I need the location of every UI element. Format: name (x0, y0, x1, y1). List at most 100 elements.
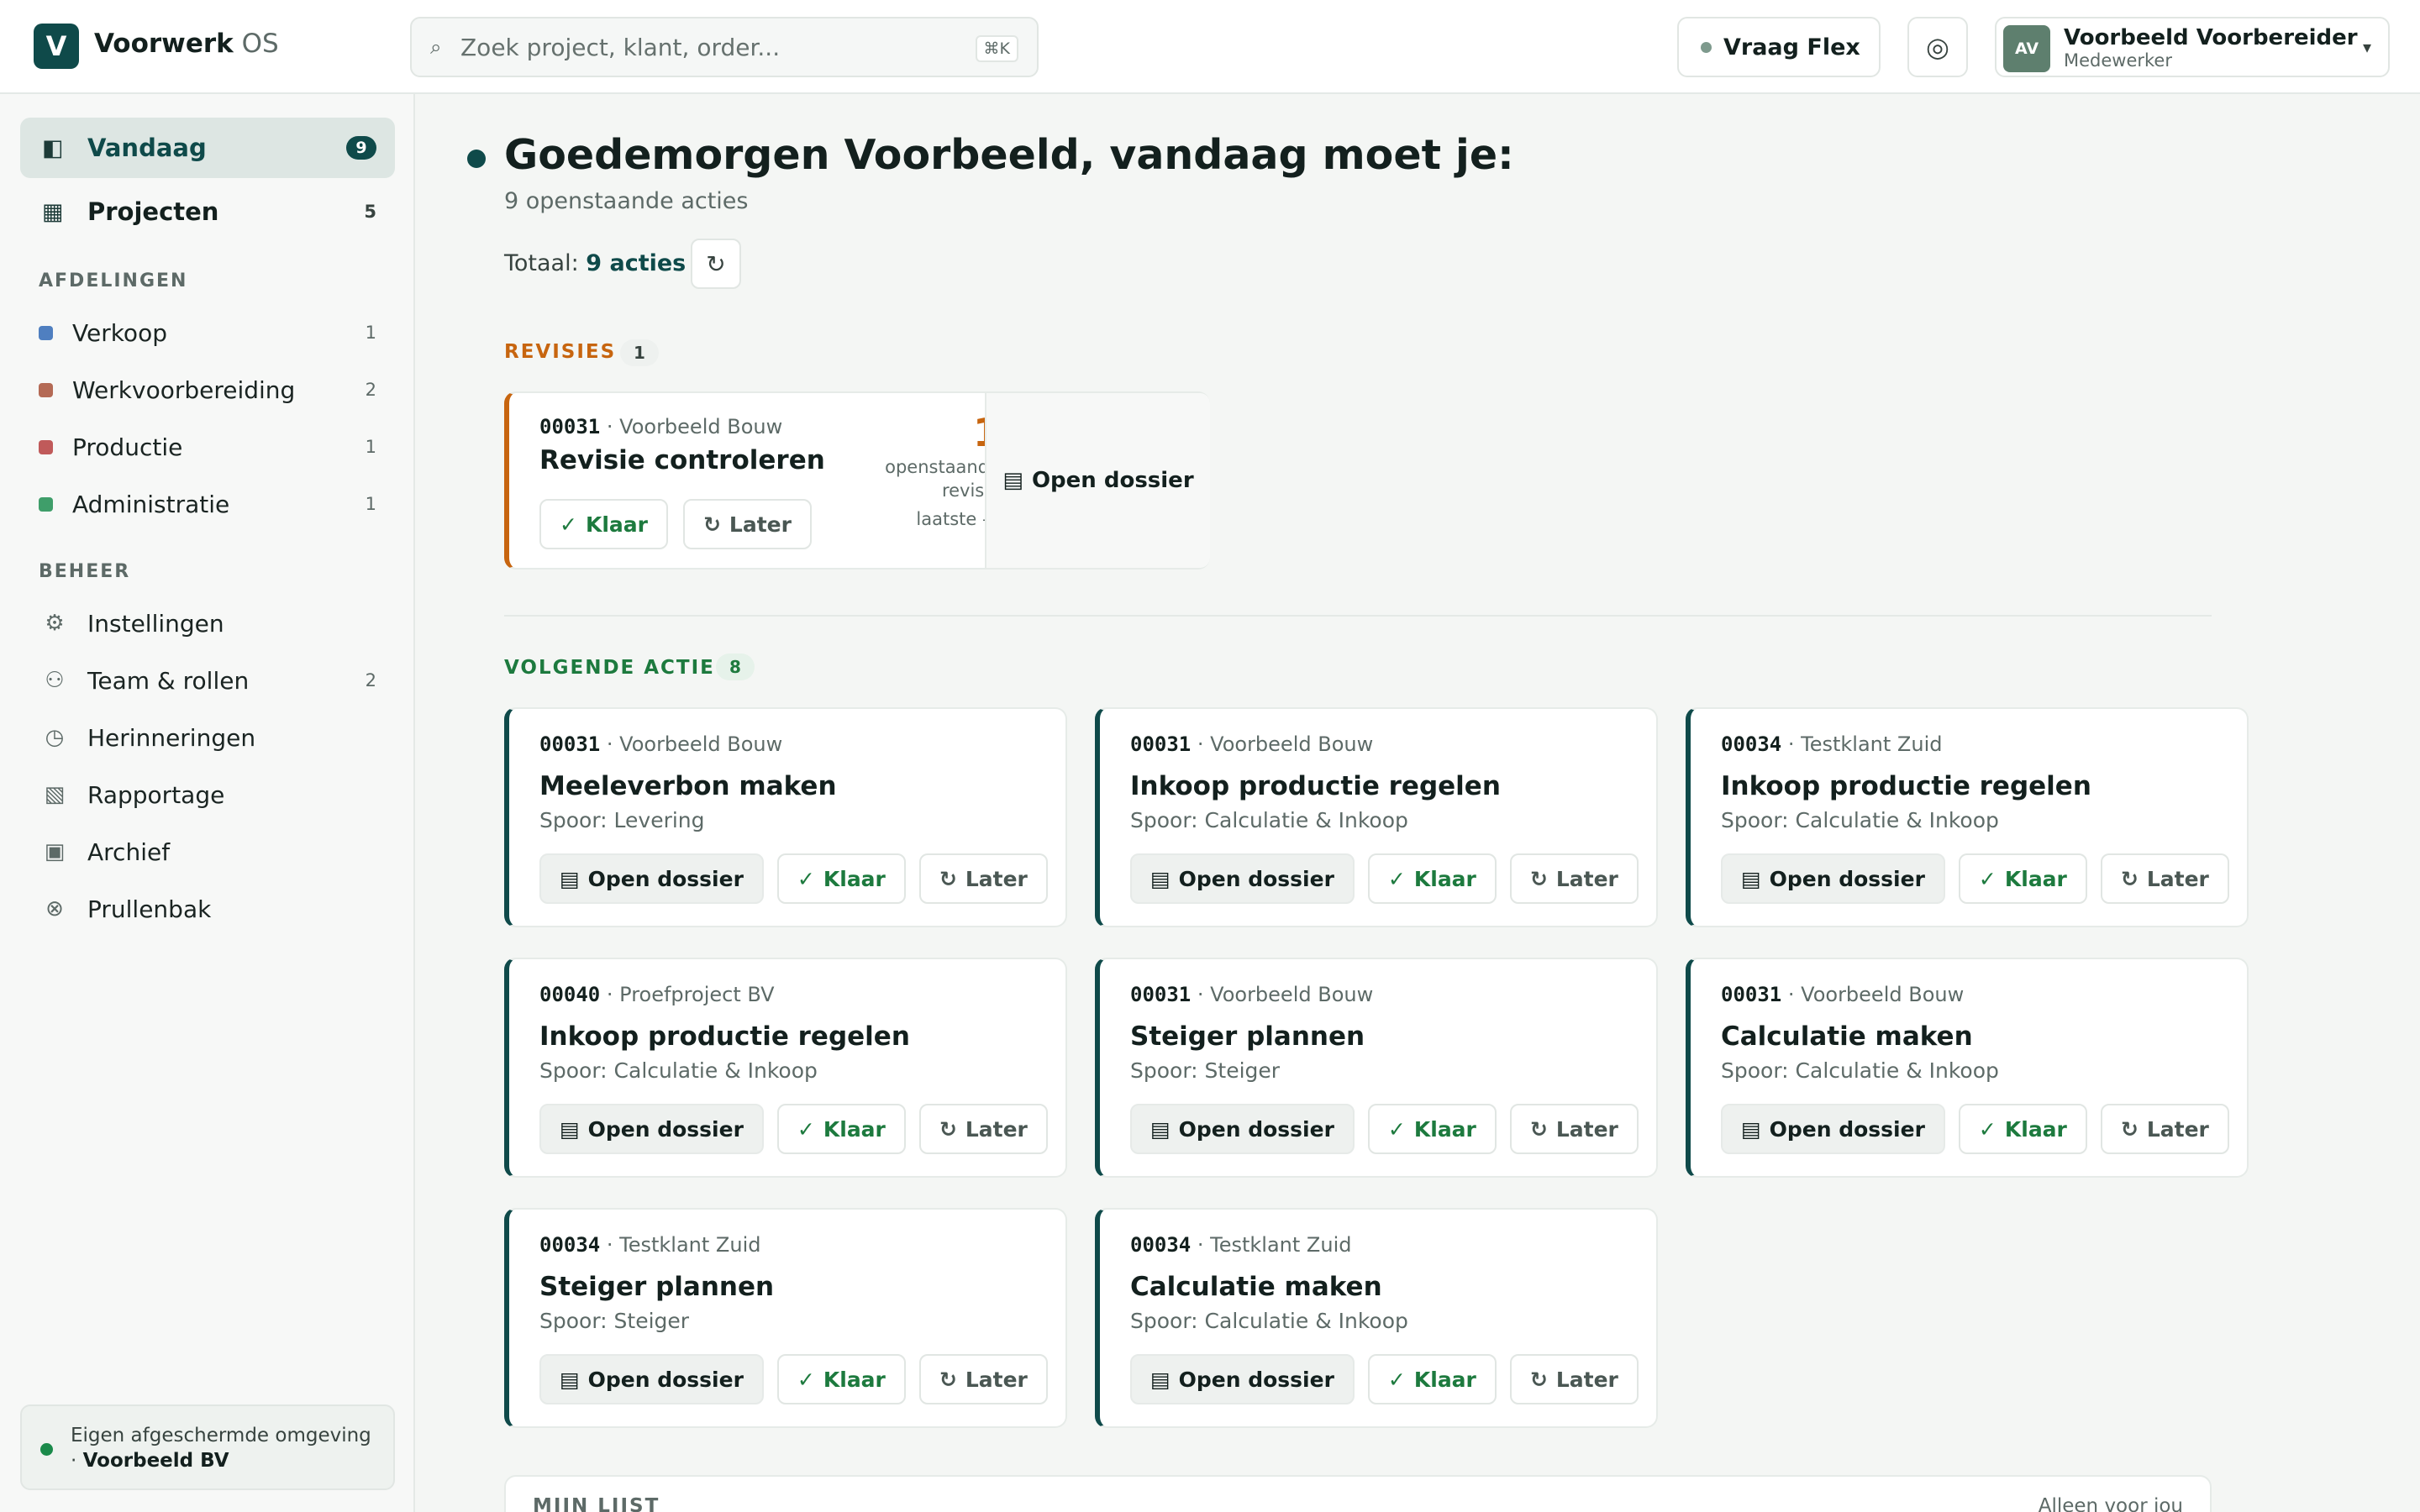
revisions-count-badge: 1 (620, 339, 659, 366)
dossier-icon: ▤ (1150, 1367, 1171, 1392)
ask-flex-button[interactable]: Vraag Flex (1677, 17, 1881, 77)
open-dossier-button[interactable]: ▤ Open dossier (1130, 1104, 1355, 1154)
later-icon: ↻ (939, 1367, 957, 1392)
dossier-icon: ▤ (560, 1367, 580, 1392)
card-track: Spoor: Levering (539, 808, 705, 832)
dossier-icon: ▤ (560, 1116, 580, 1142)
card-title: Inkoop productie regelen (1130, 771, 1501, 801)
sidebar-item-productie[interactable]: Productie 1 (20, 423, 395, 470)
sidebar-item-rapportage[interactable]: ▧ Rapportage (20, 771, 395, 818)
team-icon: ⚇ (45, 668, 65, 693)
card-title: Inkoop productie regelen (1721, 771, 2091, 801)
client-name: Voorbeeld Bouw (1801, 983, 1965, 1006)
total-value: 9 acties (586, 250, 687, 276)
open-dossier-button[interactable]: ▤ Open dossier (1130, 853, 1355, 904)
card-actions: ▤ Open dossier ✓ Klaar ↻ Later (539, 853, 1048, 904)
search-shortcut: ⌘K (975, 35, 1018, 62)
open-dossier-label: Open dossier (1178, 1116, 1334, 1142)
focus-button[interactable]: ◎ (1907, 17, 1968, 77)
done-button[interactable]: ✓ Klaar (1367, 1354, 1497, 1404)
search-box[interactable]: ⌕ ⌘K (410, 17, 1039, 77)
check-icon: ✓ (1387, 866, 1406, 891)
sidebar-item-label: Projecten (87, 197, 219, 226)
page-subtitle: 9 openstaande acties (504, 188, 749, 214)
open-dossier-button[interactable]: ▤ Open dossier (539, 1104, 764, 1154)
card-title: Meeleverbon maken (539, 771, 837, 801)
card-title: Steiger plannen (1130, 1021, 1365, 1052)
sidebar-item-verkoop[interactable]: Verkoop 1 (20, 309, 395, 356)
done-button[interactable]: ✓ Klaar (539, 499, 668, 549)
revisions-heading: REVISIES (504, 341, 617, 363)
action-card: 00031 · Voorbeeld Bouw Steiger plannen Spo… (1095, 958, 1658, 1178)
later-button[interactable]: ↻ Later (918, 1354, 1048, 1404)
brand-name: Voorwerk (94, 29, 234, 59)
search-input[interactable] (460, 30, 931, 64)
open-dossier-button[interactable]: ▤ Open dossier (985, 393, 1210, 568)
done-label: Klaar (585, 512, 648, 537)
card-track: Spoor: Calculatie & Inkoop (1130, 808, 1408, 832)
refresh-button[interactable]: ↻ (691, 239, 741, 289)
sidebar-item-archief[interactable]: ▣ Archief (20, 828, 395, 875)
open-dossier-button[interactable]: ▤ Open dossier (539, 853, 764, 904)
done-button[interactable]: ✓ Klaar (1958, 853, 2087, 904)
sidebar: ◧ Vandaag 9 ▦ Projecten 5 AFDELINGEN Ver… (0, 94, 415, 1512)
sidebar-item-label: Verkoop (72, 318, 167, 347)
open-dossier-label: Open dossier (587, 866, 744, 891)
app-logo[interactable]: V (34, 24, 79, 69)
sidebar-item-label: Team & rollen (87, 666, 250, 695)
project-code: 00031 (539, 732, 601, 756)
card-title: Steiger plannen (539, 1272, 775, 1302)
trash-icon: ⊗ (45, 896, 64, 921)
card-actions: ▤ Open dossier ✓ Klaar ↻ Later (1721, 1104, 2229, 1154)
secure-status-icon (40, 1443, 53, 1456)
sidebar-item-vandaag[interactable]: ◧ Vandaag 9 (20, 118, 395, 178)
card-actions: ▤ Open dossier ✓ Klaar ↻ Later (1130, 1104, 1639, 1154)
later-button[interactable]: ↻ Later (2100, 1104, 2229, 1154)
check-icon: ✓ (797, 1367, 815, 1392)
revision-last: laatste — (916, 509, 1000, 529)
open-dossier-label: Open dossier (1769, 1116, 1925, 1142)
avatar: AV (2003, 25, 2050, 72)
later-button[interactable]: ↻ Later (918, 853, 1048, 904)
dossier-icon: ▤ (1150, 1116, 1171, 1142)
done-button[interactable]: ✓ Klaar (1367, 1104, 1497, 1154)
open-dossier-button[interactable]: ▤ Open dossier (1721, 1104, 1945, 1154)
later-button[interactable]: ↻ Later (918, 1104, 1048, 1154)
action-card: 00040 · Proefproject BV Inkoop productie … (504, 958, 1067, 1178)
later-button[interactable]: ↻ Later (1509, 853, 1639, 904)
later-button[interactable]: ↻ Later (2100, 853, 2229, 904)
sidebar-item-label: Archief (87, 837, 171, 866)
sidebar-item-werkvoorbereiding[interactable]: Werkvoorbereiding 2 (20, 366, 395, 413)
open-dossier-label: Open dossier (1178, 866, 1334, 891)
open-dossier-button[interactable]: ▤ Open dossier (1130, 1354, 1355, 1404)
total-actions: Totaal: 9 acties (504, 250, 686, 276)
done-button[interactable]: ✓ Klaar (1958, 1104, 2087, 1154)
sidebar-item-herinneringen[interactable]: ◷ Herinneringen (20, 714, 395, 761)
count-badge: 9 (346, 136, 376, 160)
sidebar-item-projecten[interactable]: ▦ Projecten 5 (20, 181, 395, 242)
later-button[interactable]: ↻ Later (1509, 1354, 1639, 1404)
done-button[interactable]: ✓ Klaar (776, 1104, 906, 1154)
environment-org: Voorbeeld BV (82, 1450, 229, 1472)
later-icon: ↻ (1529, 1367, 1548, 1392)
client-name: Testklant Zuid (1801, 732, 1943, 756)
user-name: Voorbeeld Voorbereider (2064, 25, 2358, 50)
page-title: Goedemorgen Voorbeeld, vandaag moet je: (504, 131, 1514, 179)
later-button[interactable]: ↻ Later (682, 499, 812, 549)
later-label: Later (1555, 1116, 1618, 1142)
sidebar-item-team[interactable]: ⚇ Team & rollen 2 (20, 657, 395, 704)
sidebar-item-prullenbak[interactable]: ⊗ Prullenbak (20, 885, 395, 932)
card-meta: 00034 · Testklant Zuid (539, 1233, 761, 1257)
done-button[interactable]: ✓ Klaar (1367, 853, 1497, 904)
user-menu[interactable]: AV Voorbeeld Voorbereider Medewerker ▾ (1995, 17, 2390, 77)
open-dossier-button[interactable]: ▤ Open dossier (539, 1354, 764, 1404)
department-color-icon (39, 496, 53, 512)
card-track: Spoor: Calculatie & Inkoop (539, 1058, 818, 1083)
greeting-dot-icon (467, 150, 486, 168)
done-button[interactable]: ✓ Klaar (776, 1354, 906, 1404)
sidebar-item-administratie[interactable]: Administratie 1 (20, 480, 395, 528)
open-dossier-button[interactable]: ▤ Open dossier (1721, 853, 1945, 904)
sidebar-item-instellingen[interactable]: ⚙ Instellingen (20, 600, 395, 647)
later-button[interactable]: ↻ Later (1509, 1104, 1639, 1154)
done-button[interactable]: ✓ Klaar (776, 853, 906, 904)
